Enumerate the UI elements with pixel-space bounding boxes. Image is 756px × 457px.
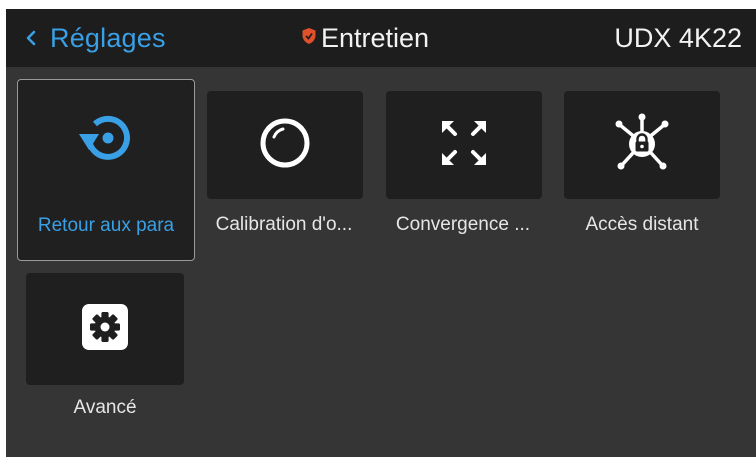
tile-convergence[interactable]: Convergence ... xyxy=(384,91,542,251)
device-name: UDX 4K22 xyxy=(614,23,742,53)
tile-reset-settings[interactable]: Retour aux para xyxy=(17,79,195,261)
tile-advanced[interactable]: Avancé xyxy=(26,273,184,433)
expand-arrows-icon xyxy=(438,117,490,174)
tile-icon-box xyxy=(26,273,184,385)
tile-icon-box xyxy=(386,91,542,199)
back-button[interactable]: Réglages xyxy=(26,9,166,67)
remote-access-lock-icon xyxy=(610,111,674,180)
shield-icon xyxy=(301,27,317,50)
tile-label: Avancé xyxy=(73,397,137,418)
tile-remote-access[interactable]: Accès distant xyxy=(562,91,722,251)
tile-calibration[interactable]: Calibration d'o... xyxy=(205,91,363,251)
page-title: Entretien xyxy=(321,22,430,53)
tile-icon-box xyxy=(564,91,720,199)
tile-icon-box xyxy=(26,86,188,194)
tile-label: Convergence ... xyxy=(395,214,531,235)
page-title-group: Entretien xyxy=(301,9,429,67)
circle-icon xyxy=(257,115,313,176)
tile-label: Accès distant xyxy=(585,214,699,235)
header-bar: Réglages Entretien UDX 4K22 xyxy=(6,9,756,67)
restore-icon xyxy=(75,108,139,173)
tile-label: Calibration d'o... xyxy=(215,214,353,235)
chevron-left-icon xyxy=(26,30,36,46)
back-label: Réglages xyxy=(50,22,166,53)
gear-icon xyxy=(81,303,129,356)
tile-label: Retour aux para xyxy=(37,215,175,236)
maintenance-screen: Réglages Entretien UDX 4K22 Retour aux p… xyxy=(6,9,756,457)
tile-icon-box xyxy=(207,91,363,199)
